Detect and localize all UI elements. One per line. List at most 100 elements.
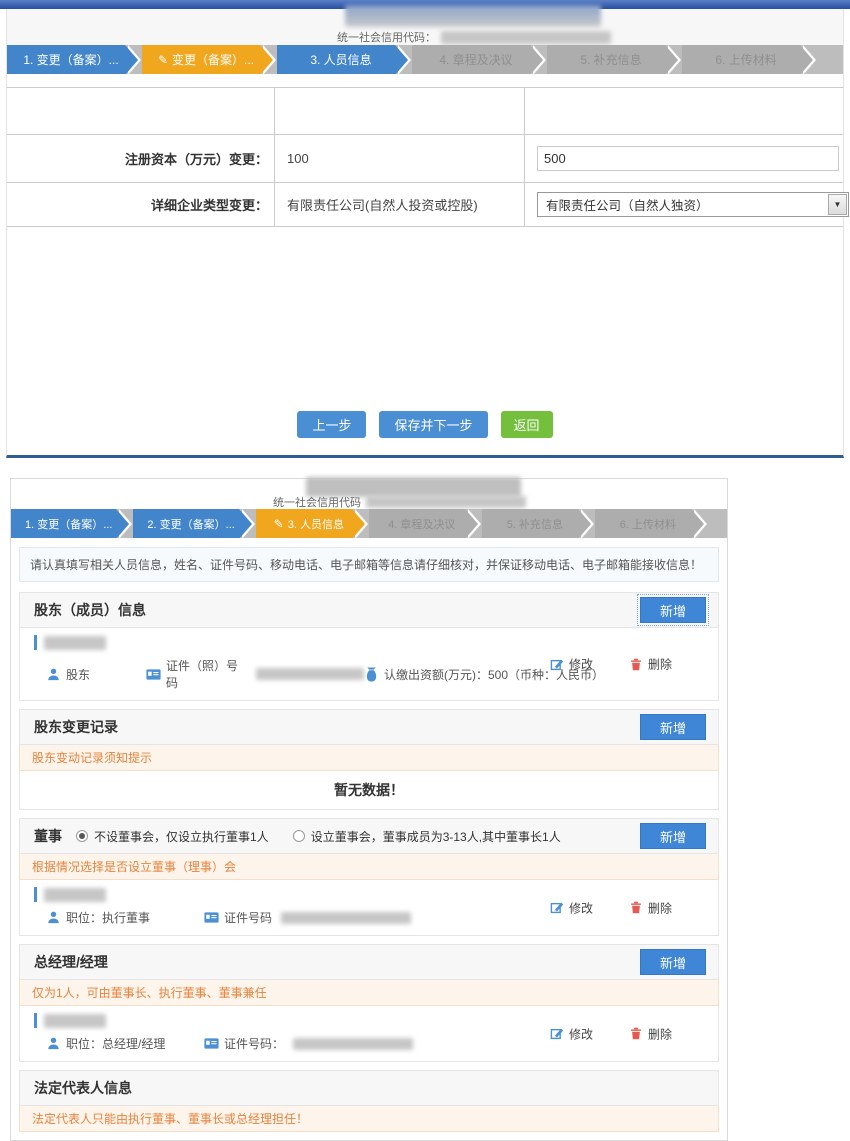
pencil-icon: ✎: [158, 54, 168, 66]
section-header: 股东（成员）信息 新增: [19, 592, 719, 628]
step-label: 2. 变更（备案）...: [147, 516, 234, 532]
radio-board-label: 设立董事会，董事成员为3-13人,其中董事长1人: [311, 828, 561, 845]
empty-cell: [275, 88, 525, 134]
shareholder-row: 股东 证件（照）号码: [19, 628, 719, 701]
radio-no-board-selected[interactable]: [76, 830, 88, 842]
board-option-radios: 不设董事会，仅设立执行董事1人 设立董事会，董事成员为3-13人,其中董事长1人: [76, 828, 561, 845]
credit-code-label: 统一社会信用代码: [273, 494, 361, 510]
redacted-person-name: [44, 1014, 106, 1028]
step-label: 5. 补充信息: [507, 516, 563, 532]
redacted-id-number: [293, 1038, 413, 1050]
edit-button[interactable]: 修改: [550, 1025, 593, 1042]
delete-label: 删除: [648, 1025, 672, 1042]
radio-board[interactable]: [293, 830, 305, 842]
id-card-icon: [204, 910, 219, 925]
add-director-button[interactable]: 新增: [640, 823, 706, 849]
wizard-step-3-active[interactable]: ✎ 3. 人员信息: [256, 509, 352, 538]
section-header: 董事 不设董事会，仅设立执行董事1人 设立董事会，董事成员为3-13人,其中董事…: [19, 818, 719, 854]
wizard-step-4[interactable]: 4. 章程及决议: [369, 509, 465, 538]
wizard-step-1[interactable]: 1. 变更（备案）...: [11, 509, 116, 538]
panel-personnel-info: 统一社会信用代码 1. 变更（备案）... 2. 变更（备案）... ✎ 3. …: [10, 478, 728, 1141]
empty-cell: [7, 88, 275, 134]
edit-pencil-icon: [550, 901, 564, 915]
table-row-company-type: 详细企业类型变更： 有限责任公司(自然人投资或控股) 有限责任公司（自然人独资）…: [7, 183, 843, 227]
change-table: 注册资本（万元）变更： 100 详细企业类型变更： 有限责任公司(自然人投资或控…: [7, 87, 843, 227]
capital-old-value: 100: [275, 135, 525, 182]
section-shareholder-changes: 股东变更记录 新增 股东变动记录须知提示 暂无数据！: [19, 709, 719, 810]
add-change-record-button[interactable]: 新增: [640, 714, 706, 740]
position-chip: 职位：总经理/经理: [46, 1035, 204, 1052]
section-notice: 股东变动记录须知提示: [19, 745, 719, 771]
accent-bar: [34, 1013, 37, 1028]
delete-button[interactable]: 删除: [629, 899, 672, 916]
section-legal-representative: 法定代表人信息 法定代表人只能由执行董事、董事长或总经理担任！: [19, 1070, 719, 1132]
wizard-step-1[interactable]: 1. 变更（备案）...: [7, 45, 125, 74]
save-next-button[interactable]: 保存并下一步: [379, 411, 487, 438]
edit-pencil-icon: [550, 657, 564, 671]
wizard-step-4[interactable]: 4. 章程及决议: [412, 45, 530, 74]
wizard-step-5[interactable]: 5. 补充信息: [482, 509, 578, 538]
delete-button[interactable]: 删除: [629, 656, 672, 673]
panel2-header: 统一社会信用代码: [11, 479, 727, 509]
delete-label: 删除: [648, 656, 672, 673]
wizard-step-3[interactable]: 3. 人员信息: [277, 45, 395, 74]
prev-step-button[interactable]: 上一步: [297, 411, 366, 438]
person-icon: [46, 910, 61, 925]
trash-icon: [629, 901, 643, 915]
section-title: 股东变更记录: [34, 717, 118, 737]
section-notice: 法定代表人只能由执行董事、董事长或总经理担任！: [19, 1106, 719, 1132]
section-directors: 董事 不设董事会，仅设立执行董事1人 设立董事会，董事成员为3-13人,其中董事…: [19, 818, 719, 936]
trash-icon: [629, 657, 643, 671]
capital-input[interactable]: [537, 146, 839, 171]
id-label: 证件号码: [224, 909, 272, 926]
add-manager-button[interactable]: 新增: [640, 949, 706, 975]
edit-button[interactable]: 修改: [550, 656, 593, 673]
table-row-empty: [7, 88, 843, 135]
role-label: 股东: [66, 666, 90, 683]
wizard-step-6[interactable]: 6. 上传材料: [595, 509, 691, 538]
section-title: 法定代表人信息: [34, 1078, 132, 1098]
manager-row: 职位：总经理/经理 证件号码：: [19, 1006, 719, 1062]
empty-cell: [525, 88, 843, 134]
credit-code-line: 统一社会信用代码: [273, 494, 526, 510]
wizard-step-2[interactable]: 2. 变更（备案）...: [133, 509, 238, 538]
step-label: 3. 人员信息: [310, 51, 371, 68]
redacted-person-name: [44, 636, 106, 650]
credit-code-line: 统一社会信用代码：: [337, 29, 611, 45]
section-title: 总经理/经理: [34, 952, 108, 972]
step-label: 3. 人员信息: [288, 516, 344, 532]
section-header: 总经理/经理 新增: [19, 944, 719, 980]
form-buttons: 上一步 保存并下一步 返回: [7, 411, 843, 438]
wizard-step-2-active[interactable]: ✎ 变更（备案）...: [142, 45, 260, 74]
delete-label: 删除: [648, 899, 672, 916]
edit-button[interactable]: 修改: [550, 899, 593, 916]
step-label: 6. 上传材料: [620, 516, 676, 532]
company-type-select[interactable]: 有限责任公司（自然人独资） ▼: [537, 192, 849, 217]
step-label: 6. 上传材料: [715, 51, 776, 68]
row-actions: 修改 删除: [550, 1025, 672, 1042]
chevron-down-icon[interactable]: ▼: [828, 194, 847, 215]
row-actions: 修改 删除: [550, 899, 672, 916]
add-shareholder-button[interactable]: 新增: [640, 597, 706, 623]
capital-change-label: 注册资本（万元）变更：: [7, 135, 275, 182]
pencil-icon: ✎: [274, 518, 284, 530]
company-type-new-cell: 有限责任公司（自然人独资） ▼: [525, 183, 849, 226]
wizard-step-5[interactable]: 5. 补充信息: [547, 45, 665, 74]
person-icon: [46, 667, 61, 682]
edit-label: 修改: [569, 1025, 593, 1042]
redacted-id-number: [281, 912, 411, 924]
panel-change-form: 统一社会信用代码： 1. 变更（备案）... ✎ 变更（备案）... 3. 人员…: [6, 9, 844, 458]
id-label: 证件号码：: [224, 1035, 284, 1052]
id-card-icon: [204, 1036, 219, 1051]
role-chip: 股东: [46, 666, 146, 683]
step-label: 1. 变更（备案）...: [25, 516, 112, 532]
delete-button[interactable]: 删除: [629, 1025, 672, 1042]
step-label: 1. 变更（备案）...: [23, 51, 118, 68]
step-wizard: 1. 变更（备案）... ✎ 变更（备案）... 3. 人员信息 4. 章程及决…: [7, 45, 843, 74]
wizard-step-6[interactable]: 6. 上传材料: [682, 45, 800, 74]
empty-data-message: 暂无数据！: [19, 771, 719, 810]
section-header: 法定代表人信息: [19, 1070, 719, 1106]
company-type-label: 详细企业类型变更：: [7, 183, 275, 226]
step-label: 4. 章程及决议: [439, 51, 512, 68]
back-button[interactable]: 返回: [501, 411, 553, 438]
